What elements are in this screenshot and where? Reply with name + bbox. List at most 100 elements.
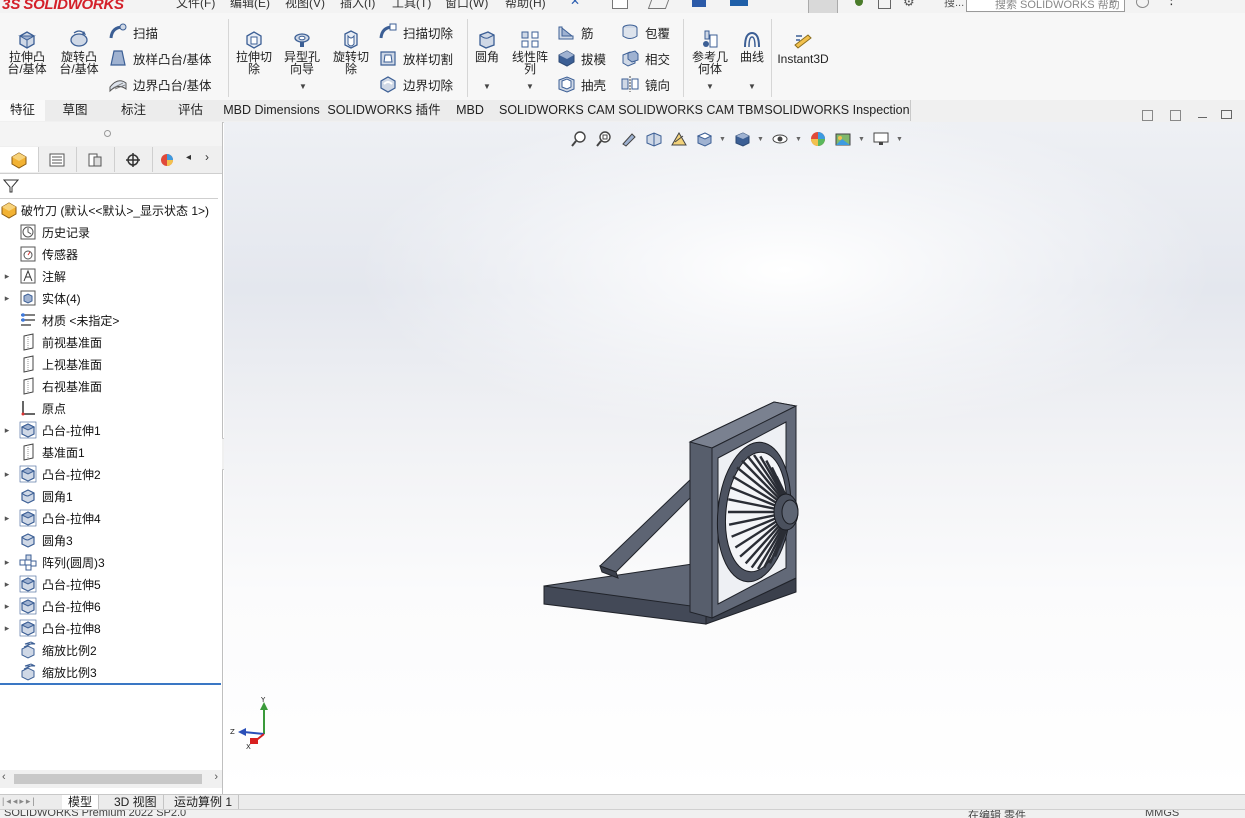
menu-view[interactable]: 视图(V)	[285, 0, 325, 11]
shell-button[interactable]: 抽壳	[556, 73, 606, 95]
expand-arrow-icon[interactable]: ▸	[0, 601, 14, 612]
extrude-cut-button[interactable]: 拉伸切除	[233, 29, 275, 75]
expand-arrow-icon[interactable]: ▸	[0, 271, 14, 282]
revolve-boss-button[interactable]: 旋转凸台/基体	[57, 29, 101, 75]
tree-item[interactable]: ▸ 注解	[0, 265, 222, 287]
scroll-left-icon[interactable]: ‹	[2, 771, 6, 783]
hole-wizard-dropdown-icon[interactable]: ▼	[299, 81, 307, 93]
tree-item[interactable]: 缩放比例3	[0, 661, 222, 683]
menu-help[interactable]: 帮助(H)	[505, 0, 546, 11]
tree-item[interactable]: 材质 <未指定>	[0, 309, 222, 331]
tab-evaluate[interactable]: 评估	[162, 100, 220, 121]
tree-item[interactable]: ▸ 凸台-拉伸2	[0, 463, 222, 485]
edit-appearance-icon[interactable]	[808, 129, 828, 149]
dynamic-annotation-icon[interactable]	[669, 129, 689, 149]
fillet-dropdown-icon[interactable]: ▼	[483, 81, 491, 93]
apply-scene-icon[interactable]	[833, 129, 853, 149]
horizontal-scrollbar[interactable]: ‹ ›	[0, 770, 222, 788]
zoom-to-fit-icon[interactable]	[569, 129, 589, 149]
user-account-icon[interactable]	[1136, 0, 1149, 8]
feature-manager-tab[interactable]	[0, 147, 39, 172]
previous-view-icon[interactable]	[619, 129, 639, 149]
more-options-icon[interactable]: ⋮	[1165, 0, 1178, 8]
rib-button[interactable]: 筋	[556, 21, 594, 43]
tree-item[interactable]: 圆角1	[0, 485, 222, 507]
viewport-tile-right-icon[interactable]	[1170, 110, 1181, 121]
pin-icon[interactable]: ✕	[570, 0, 580, 8]
tab-markup[interactable]: 标注	[105, 100, 163, 121]
expand-arrow-icon[interactable]: ▸	[0, 469, 14, 480]
tab-solidworks-addins[interactable]: SOLIDWORKS 插件	[324, 100, 445, 121]
tree-item[interactable]: 上视基准面	[0, 353, 222, 375]
open-document-icon[interactable]	[647, 0, 671, 9]
graphics-area[interactable]: ▼ ▼ ▼ ▼ ▼ Y Z X	[224, 110, 1245, 794]
tab-mbd[interactable]: MBD	[444, 100, 497, 121]
expand-arrow-icon[interactable]: ▸	[0, 425, 14, 436]
tree-item[interactable]: ▸ 凸台-拉伸4	[0, 507, 222, 529]
panel-tab-scroll-right-icon[interactable]: ›	[205, 150, 209, 164]
view-orientation-icon[interactable]	[694, 129, 714, 149]
viewport-restore-icon[interactable]	[1221, 110, 1232, 119]
tab-solidworks-cam-tbm[interactable]: SOLIDWORKS CAM TBM	[618, 100, 765, 121]
panel-grip[interactable]	[0, 122, 222, 147]
tree-item[interactable]: 圆角3	[0, 529, 222, 551]
curves-button[interactable]: 曲线 ▼	[736, 29, 768, 91]
tab-mbd-dimensions[interactable]: MBD Dimensions	[219, 100, 325, 121]
view-settings-dropdown-icon[interactable]: ▼	[896, 136, 904, 143]
hole-wizard-button[interactable]: 异型孔向导 ▼	[281, 29, 323, 91]
view-orientation-dropdown-icon[interactable]: ▼	[719, 136, 727, 143]
tree-item[interactable]: 传感器	[0, 243, 222, 265]
expand-arrow-icon[interactable]: ▸	[0, 579, 14, 590]
solidworks-logo[interactable]: 3S SOLIDWORKS	[2, 0, 124, 13]
sweep-button[interactable]: 扫描	[108, 21, 158, 43]
intersect-button[interactable]: 相交	[620, 47, 670, 69]
tab-motion-study[interactable]: 运动算例 1	[168, 795, 240, 810]
tree-filter[interactable]	[0, 174, 218, 199]
display-style-dropdown-icon[interactable]: ▼	[757, 136, 765, 143]
options-gear-icon[interactable]: ⚙	[903, 0, 915, 10]
curves-dropdown-icon[interactable]: ▼	[748, 81, 756, 93]
tree-root-part[interactable]: 破竹刀 (默认<<默认>_显示状态 1>)	[0, 199, 222, 221]
property-manager-tab[interactable]	[38, 147, 77, 172]
fillet-button[interactable]: 圆角 ▼	[471, 29, 503, 91]
file-properties-icon[interactable]	[878, 0, 891, 9]
new-document-icon[interactable]	[612, 0, 628, 9]
tab-solidworks-inspection[interactable]: SOLIDWORKS Inspection	[764, 100, 911, 121]
draft-button[interactable]: 拔模	[556, 47, 606, 69]
menu-tools[interactable]: 工具(T)	[392, 0, 431, 11]
extrude-boss-button[interactable]: 拉伸凸台/基体	[5, 29, 49, 75]
scroll-thumb[interactable]	[14, 774, 202, 784]
tree-item[interactable]: ▸ 凸台-拉伸8	[0, 617, 222, 639]
menu-file[interactable]: 文件(F)	[176, 0, 215, 11]
display-manager-tab[interactable]	[152, 147, 182, 172]
tree-item[interactable]: ▸ 凸台-拉伸5	[0, 573, 222, 595]
traffic-light-icon[interactable]	[855, 0, 863, 6]
expand-arrow-icon[interactable]: ▸	[0, 557, 14, 568]
instant3d-button[interactable]: Instant3D	[776, 31, 830, 65]
tab-features[interactable]: 特征	[0, 100, 46, 121]
dimxpert-manager-tab[interactable]	[114, 147, 153, 172]
linear-pattern-dropdown-icon[interactable]: ▼	[526, 81, 534, 93]
reference-geometry-dropdown-icon[interactable]: ▼	[706, 81, 714, 93]
scroll-right-icon[interactable]: ›	[214, 771, 218, 783]
hide-show-items-icon[interactable]	[770, 129, 790, 149]
panel-tab-scroll-left-icon[interactable]: ◂	[186, 152, 191, 163]
tree-item[interactable]: ▸ 凸台-拉伸6	[0, 595, 222, 617]
tab-3d-view[interactable]: 3D 视图	[108, 795, 164, 810]
display-style-icon[interactable]	[732, 129, 752, 149]
zoom-to-area-icon[interactable]	[594, 129, 614, 149]
linear-pattern-button[interactable]: 线性阵列 ▼	[508, 29, 552, 91]
boundary-boss-button[interactable]: 边界凸台/基体	[108, 73, 211, 95]
reference-geometry-button[interactable]: 参考几何体 ▼	[688, 29, 732, 91]
sweep-cut-button[interactable]: 扫描切除	[378, 21, 453, 43]
hide-show-dropdown-icon[interactable]: ▼	[795, 136, 803, 143]
print-icon[interactable]	[730, 0, 748, 6]
tree-item[interactable]: ▸ 实体(4)	[0, 287, 222, 309]
search-input[interactable]: 搜索 SOLIDWORKS 帮助 ⌕	[966, 0, 1125, 12]
tree-item[interactable]: 原点	[0, 397, 222, 419]
menu-window[interactable]: 窗口(W)	[445, 0, 488, 11]
tree-item[interactable]: 前视基准面	[0, 331, 222, 353]
menu-insert[interactable]: 插入(I)	[340, 0, 375, 11]
boundary-cut-button[interactable]: 边界切除	[378, 73, 453, 95]
rollback-bar[interactable]	[0, 683, 221, 685]
